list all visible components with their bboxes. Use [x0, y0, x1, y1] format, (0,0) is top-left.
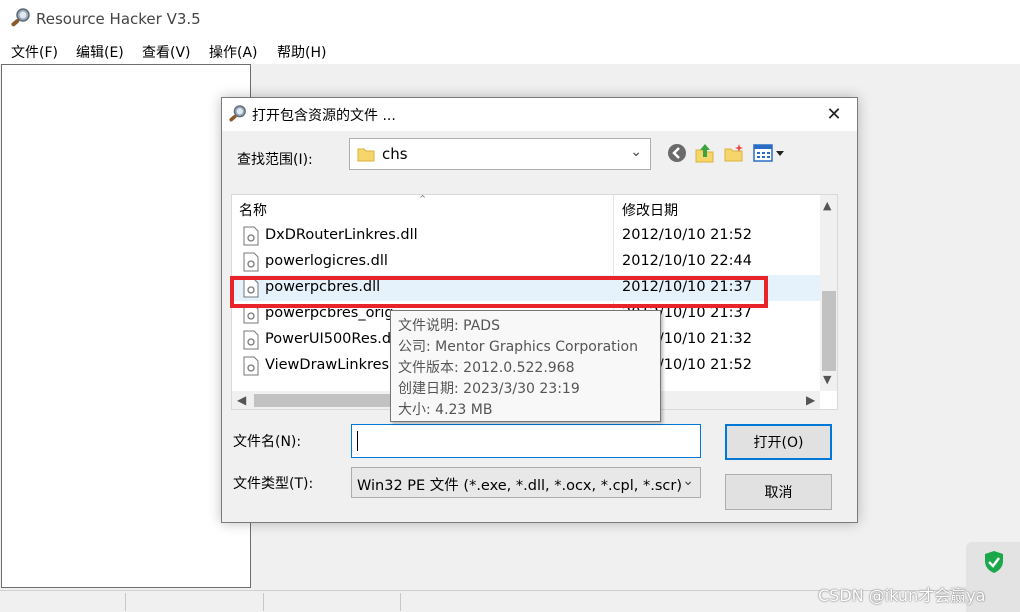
- tooltip-company: 公司: Mentor Graphics Corporation: [398, 339, 638, 355]
- filetype-value: Win32 PE 文件 (*.exe, *.dll, *.ocx, *.cpl,…: [357, 478, 683, 494]
- close-button[interactable]: ✕: [811, 98, 857, 131]
- filename-label: 文件名(N):: [233, 434, 302, 450]
- menu-view[interactable]: 查看(V): [141, 42, 192, 62]
- dll-file-icon: [243, 356, 259, 380]
- scroll-down-icon[interactable]: ▼: [823, 373, 831, 386]
- dll-file-icon: [243, 226, 259, 250]
- new-folder-icon[interactable]: [722, 141, 746, 165]
- text-caret: [357, 431, 358, 451]
- file-date: 2012/10/10 21:52: [622, 227, 752, 243]
- menu-help[interactable]: 帮助(H): [276, 42, 327, 62]
- file-name: ViewDrawLinkres.: [265, 357, 394, 373]
- menu-bar: 文件(F) 编辑(E) 查看(V) 操作(A) 帮助(H): [0, 38, 1020, 64]
- dll-file-icon: [243, 252, 259, 276]
- open-button[interactable]: 打开(O): [725, 424, 832, 460]
- scrollbar-thumb[interactable]: [822, 291, 836, 371]
- look-in-value: chs: [382, 145, 408, 163]
- file-name: powerlogicres.dll: [265, 253, 388, 269]
- scroll-right-icon[interactable]: ▶: [806, 393, 815, 407]
- cancel-button[interactable]: 取消: [725, 474, 832, 510]
- dialog-titlebar: 打开包含资源的文件 ... ✕: [222, 98, 857, 131]
- filetype-dropdown[interactable]: Win32 PE 文件 (*.exe, *.dll, *.ocx, *.cpl,…: [351, 467, 701, 498]
- chevron-down-icon: ⌄: [682, 473, 694, 489]
- menu-file[interactable]: 文件(F): [10, 42, 59, 62]
- column-header-modified[interactable]: 修改日期: [622, 195, 678, 223]
- shield-check-icon: [983, 550, 1005, 578]
- file-info-tooltip: 文件说明: PADS 公司: Mentor Graphics Corporati…: [390, 310, 661, 422]
- file-name: DxDRouterLinkres.dll: [265, 227, 418, 243]
- status-divider: [400, 593, 401, 611]
- tooltip-created: 创建日期: 2023/3/30 23:19: [398, 381, 580, 397]
- chevron-down-icon: ⌄: [630, 144, 642, 160]
- filetype-label: 文件类型(T):: [233, 476, 314, 492]
- file-date: 2012/10/10 22:44: [622, 253, 752, 269]
- file-name: PowerUI500Res.d: [265, 331, 392, 347]
- vertical-scrollbar[interactable]: ▲ ▼: [820, 195, 837, 391]
- resource-tree-pane[interactable]: [1, 64, 251, 588]
- scroll-left-icon[interactable]: ◀: [237, 393, 246, 407]
- dll-file-icon: [243, 330, 259, 354]
- up-folder-icon[interactable]: [693, 141, 717, 165]
- view-menu-icon[interactable]: [752, 141, 788, 165]
- column-header-name[interactable]: 名称: [239, 195, 267, 223]
- filename-input[interactable]: [351, 424, 701, 458]
- menu-action[interactable]: 操作(A): [208, 42, 259, 62]
- look-in-dropdown[interactable]: chs ⌄: [349, 138, 651, 170]
- status-divider: [125, 593, 126, 611]
- folder-icon: [357, 146, 375, 166]
- file-row[interactable]: powerlogicres.dll 2012/10/10 22:44: [232, 249, 820, 275]
- tooltip-description: 文件说明: PADS: [398, 318, 500, 334]
- magnifier-app-icon: [228, 105, 248, 127]
- status-divider: [263, 593, 264, 611]
- magnifier-app-icon: [10, 8, 32, 32]
- menu-edit[interactable]: 编辑(E): [75, 42, 125, 62]
- app-title: Resource Hacker V3.5: [36, 10, 201, 28]
- sort-ascending-icon: ⌃: [418, 194, 428, 206]
- look-in-label: 查找范围(I):: [237, 152, 313, 168]
- dialog-title: 打开包含资源的文件 ...: [252, 108, 396, 124]
- watermark-text: CSDN @ikun才会赢ya: [818, 586, 986, 605]
- file-row[interactable]: DxDRouterLinkres.dll 2012/10/10 21:52: [232, 223, 820, 249]
- app-titlebar: Resource Hacker V3.5: [0, 0, 1020, 38]
- red-highlight-box: [230, 276, 768, 308]
- tooltip-version: 文件版本: 2012.0.522.968: [398, 360, 575, 376]
- tooltip-size: 大小: 4.23 MB: [398, 402, 493, 418]
- scroll-up-icon[interactable]: ▲: [823, 199, 831, 212]
- back-icon[interactable]: [665, 141, 689, 165]
